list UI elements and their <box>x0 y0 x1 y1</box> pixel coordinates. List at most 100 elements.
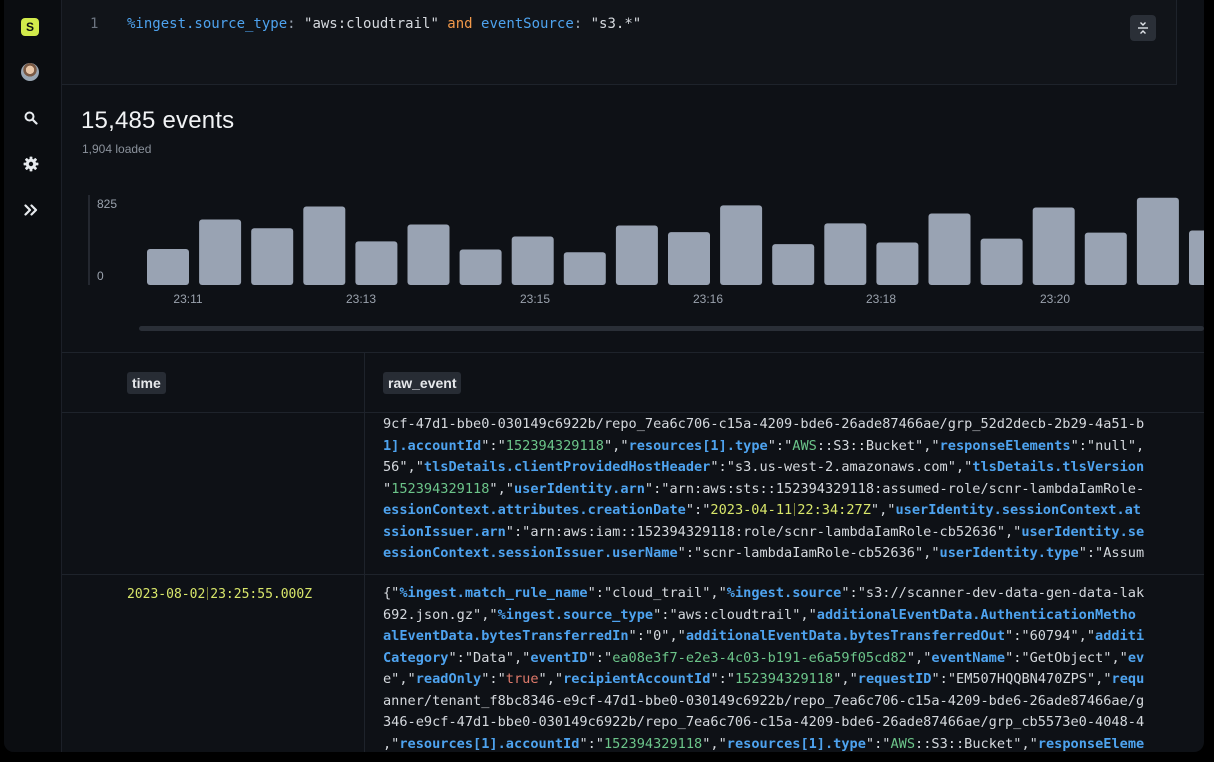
json-key: readOnly <box>415 671 482 687</box>
histogram-bar <box>199 219 242 285</box>
json-key: Category <box>383 649 449 666</box>
histogram-bar <box>355 241 398 285</box>
raw-event-cell[interactable]: {"%ingest.match_rule_name":"cloud_trail"… <box>383 583 1204 752</box>
query-token: %ingest.source_type <box>127 16 288 32</box>
json-value: "," <box>702 735 727 752</box>
table-header: time raw_event <box>62 353 1204 413</box>
json-value: ":"Assum <box>1078 545 1145 561</box>
search-icon[interactable] <box>20 107 42 129</box>
json-key: requestID <box>857 671 932 687</box>
json-value: "," <box>604 437 629 454</box>
results-table: time raw_event 2023-08-02 23:25:55.000Z 9… <box>62 352 1204 752</box>
column-header-time[interactable]: time <box>127 372 166 394</box>
json-key: alEventData.bytesTransferredIn <box>383 628 629 644</box>
histogram-bar <box>1136 197 1179 285</box>
json-key: %ingest.source_type <box>497 606 654 623</box>
column-header-raw-event[interactable]: raw_event <box>383 372 462 394</box>
loaded-count: 1,904 loaded <box>82 142 152 156</box>
query-token: "s3.*" <box>590 16 642 32</box>
json-value: "," <box>870 502 896 518</box>
json-key: tlsDetails.clientProvidedHostHeader <box>423 459 711 475</box>
event-histogram[interactable]: 825 0 23:11 23:13 23:15 23:16 23:18 23:20 <box>76 188 1204 318</box>
histogram-bar <box>980 238 1023 285</box>
json-key: essionContext.sessionIssuer.userName <box>383 545 678 561</box>
histogram-bar <box>251 228 294 285</box>
histogram-scrollbar[interactable] <box>139 326 1204 331</box>
json-value: "," <box>489 480 514 497</box>
json-value: ::S3::Bucket <box>816 437 916 454</box>
date-value: 22:34:27Z <box>797 502 871 518</box>
json-key: eventName <box>931 649 1006 666</box>
json-value: ":" <box>710 671 735 687</box>
json-value: ":"EM507HQQBN470ZPS"," <box>931 671 1112 687</box>
histogram-bar <box>563 252 606 285</box>
json-value: ":"60794"," <box>1005 628 1096 644</box>
json-value: "," <box>915 437 940 454</box>
line-number: 1 <box>90 16 99 32</box>
query-text[interactable]: %ingest.source_type: "aws:cloudtrail" an… <box>127 16 641 32</box>
histogram-bar <box>1189 230 1204 285</box>
json-key: resources[1].type <box>726 735 866 752</box>
histogram-bar <box>1032 207 1075 285</box>
json-value: 152394329118 <box>604 735 703 752</box>
query-token: "aws:cloudtrail" <box>304 16 439 32</box>
raw-event-line: 9cf-47d1-bbe0-030149c6922b/repo_7ea6c706… <box>383 414 1204 436</box>
json-value: 9cf-47d1-bbe0-030149c6922b/repo_7ea6c706… <box>383 416 1145 432</box>
json-value: ::S3::Bucket"," <box>915 735 1038 752</box>
json-key: ev <box>1127 649 1145 666</box>
raw-event-line: 692.json.gz","%ingest.source_type":"aws:… <box>383 605 1204 627</box>
histogram-bar <box>407 224 450 285</box>
x-tick-label: 23:11 <box>173 292 202 306</box>
gear-icon[interactable] <box>20 153 42 175</box>
raw-event-line: alEventData.bytesTransferredIn":"0","add… <box>383 626 1204 648</box>
json-key: resources[1].accountId <box>399 735 580 752</box>
histogram-bar <box>1084 232 1127 285</box>
json-key: resources[1].type <box>628 437 768 454</box>
histogram-bar <box>668 232 710 285</box>
y-tick-label: 825 <box>97 197 117 211</box>
json-value: 346-e9cf-47d1-bbe0-030149c6922b/repo_7ea… <box>383 714 1145 730</box>
json-key: responseEleme <box>1037 735 1145 752</box>
json-key: responseElements <box>939 437 1071 454</box>
json-value: {" <box>383 585 400 601</box>
histogram-bar <box>876 242 919 285</box>
x-tick-label: 23:18 <box>866 292 896 306</box>
time-part: 2023-08-02 <box>127 587 206 602</box>
json-key: tlsDetails.tlsVersion <box>972 459 1145 475</box>
query-token: and <box>438 16 482 32</box>
json-value: ":" <box>767 437 793 454</box>
collapse-editor-button[interactable] <box>1130 15 1156 41</box>
histogram-bar <box>511 236 554 285</box>
y-tick-label: 0 <box>97 269 104 283</box>
json-value: ":"arn:aws:sts::152394329118:assumed-rol… <box>644 480 1145 497</box>
json-value: "," <box>833 671 858 687</box>
histogram-bar <box>824 223 867 285</box>
raw-event-cell[interactable]: 9cf-47d1-bbe0-030149c6922b/repo_7ea6c706… <box>383 414 1204 565</box>
json-value: ":"0"," <box>628 628 686 644</box>
json-key: ssionIssuer.arn <box>383 523 506 540</box>
json-value: ":" <box>865 735 891 752</box>
json-key: additionalEventData.bytesTransferredOut <box>685 628 1006 644</box>
logo-icon[interactable]: S <box>21 18 39 36</box>
json-value: 692.json.gz"," <box>383 606 498 623</box>
json-value: 152394329118 <box>505 437 604 454</box>
json-value: ":"scnr-lambdaIamRole-cb52636"," <box>677 545 940 561</box>
json-key: recipientAccountId <box>563 671 711 687</box>
time-separator <box>794 503 796 516</box>
query-editor[interactable]: 1 %ingest.source_type: "aws:cloudtrail" … <box>62 0 1177 85</box>
events-count: 15,485 events <box>81 107 235 134</box>
json-value: 152394329118 <box>391 480 490 497</box>
avatar[interactable] <box>21 63 39 81</box>
json-value: ":"s3.us-west-2.amazonaws.com"," <box>710 459 973 475</box>
x-tick-label: 23:20 <box>1040 292 1070 306</box>
json-value: ":"Data"," <box>448 649 531 666</box>
json-value: ":"s3://scanner-dev-data-gen-data-lak <box>841 585 1145 601</box>
column-divider[interactable] <box>364 353 365 752</box>
json-key: additi <box>1095 628 1145 644</box>
histogram-bar <box>303 206 346 285</box>
expand-icon[interactable] <box>20 199 42 221</box>
json-key: userIdentity.arn <box>513 480 645 497</box>
query-token: : <box>573 16 591 32</box>
x-tick-label: 23:13 <box>346 292 376 306</box>
x-tick-label: 23:15 <box>520 292 550 306</box>
